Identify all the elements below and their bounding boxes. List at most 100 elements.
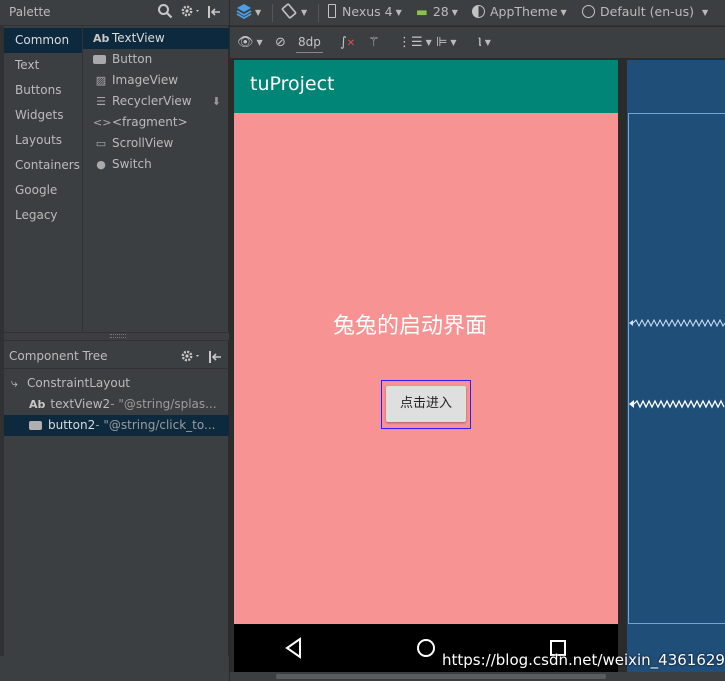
- category-text[interactable]: Text: [4, 53, 82, 78]
- home-icon[interactable]: [415, 624, 437, 672]
- gear-icon[interactable]: [180, 4, 202, 22]
- category-layouts[interactable]: Layouts: [4, 128, 82, 153]
- component-label: RecyclerView: [112, 94, 192, 108]
- back-icon[interactable]: [284, 624, 304, 672]
- component-label: Button: [112, 52, 153, 66]
- clear-x-icon: ✕: [346, 38, 356, 49]
- layers-icon: [236, 4, 252, 20]
- textview-constraint-spring: [629, 318, 725, 328]
- margin-label: 8dp: [298, 35, 321, 49]
- button-icon: [93, 55, 106, 64]
- download-icon[interactable]: ⬇: [212, 91, 221, 112]
- textview-icon: Ab: [29, 398, 46, 411]
- device-dropdown[interactable]: Nexus 4 ▼: [328, 0, 402, 26]
- phone-icon: [328, 4, 336, 18]
- enter-button[interactable]: 点击进入: [386, 386, 466, 422]
- component-textview[interactable]: Ab TextView: [83, 28, 229, 49]
- category-buttons[interactable]: Buttons: [4, 78, 82, 103]
- autoconnect-toggle[interactable]: ⊘: [275, 31, 286, 55]
- watermark: https://blog.csdn.net/weixin_43616292: [442, 651, 725, 669]
- switch-icon: ●: [96, 158, 106, 171]
- component-switch[interactable]: ● Switch: [83, 154, 229, 175]
- constraintlayout-icon: ⤷: [11, 376, 18, 390]
- splitter-grip[interactable]: [110, 334, 126, 338]
- design-toolbar: ▼ ▼ Nexus 4 ▼ ▬ 28 ▼ AppTheme ▼ Default (en-…: [230, 0, 725, 26]
- api-level-label: 28: [432, 4, 449, 19]
- orientation-dropdown[interactable]: ▼: [280, 0, 307, 26]
- category-common[interactable]: Common: [4, 28, 82, 53]
- api-level-dropdown[interactable]: ▬ 28 ▼: [416, 0, 458, 26]
- device-label: Nexus 4: [342, 4, 393, 19]
- splash-text[interactable]: 兔兔的启动界面: [234, 308, 586, 340]
- default-margin-dropdown[interactable]: 8dp: [296, 33, 323, 53]
- magic-wand-icon: ⚚: [368, 35, 380, 50]
- layers-dropdown[interactable]: ▼: [236, 0, 261, 26]
- view-options-dropdown[interactable]: 👁︎ ▼: [237, 31, 263, 55]
- palette-title: Palette: [9, 5, 51, 19]
- tree-item-textview2[interactable]: Ab textView2- "@string/splas...: [4, 394, 229, 415]
- toolbar-separator: [318, 4, 319, 22]
- tree-item-button2[interactable]: button2- "@string/click_to...: [4, 415, 229, 436]
- button-constraint-spring: [629, 399, 725, 409]
- clear-constraints-button[interactable]: ∫✕: [340, 31, 355, 55]
- toolbar-separator: [272, 4, 273, 22]
- panel-splitter[interactable]: [4, 332, 229, 341]
- theme-label: AppTheme: [490, 4, 558, 19]
- scrollview-icon: ▭: [95, 137, 107, 150]
- tree-item-value: - "@string/click_to...: [95, 418, 216, 432]
- button-icon: [29, 421, 42, 430]
- tree-item-name: button2: [48, 418, 96, 432]
- recyclerview-icon: ☰: [96, 95, 106, 108]
- device-screen: [234, 60, 618, 672]
- align-dropdown[interactable]: ⊫ ▼: [436, 31, 456, 55]
- magnet-off-icon: ⊘: [275, 35, 286, 50]
- pack-icon: ⋮☰: [398, 35, 423, 50]
- app-title: tuProject: [250, 73, 335, 95]
- eye-icon: 👁︎: [237, 35, 254, 50]
- category-google[interactable]: Google: [4, 178, 82, 203]
- component-tree-header: Component Tree: [4, 343, 229, 369]
- tree-item-name: textView2: [50, 397, 111, 411]
- component-button[interactable]: Button: [83, 49, 229, 70]
- theme-dropdown[interactable]: AppTheme ▼: [472, 0, 567, 26]
- component-label: <fragment>: [112, 115, 188, 129]
- infer-constraints-button[interactable]: ⚚: [368, 31, 380, 55]
- search-icon[interactable]: [157, 3, 173, 23]
- locale-dropdown[interactable]: Default (en-us) ▼: [582, 0, 708, 26]
- component-label: TextView: [112, 31, 165, 45]
- component-recyclerview[interactable]: ☰ RecyclerView ⬇: [83, 91, 229, 112]
- blueprint-frame: [628, 113, 725, 624]
- tree-item-constraintlayout[interactable]: ⤷ ConstraintLayout: [4, 373, 229, 394]
- component-fragment[interactable]: <><fragment>: [83, 112, 229, 133]
- align-icon: ⊫: [436, 35, 448, 50]
- globe-icon: [582, 5, 595, 18]
- category-widgets[interactable]: Widgets: [4, 103, 82, 128]
- component-label: ImageView: [112, 73, 179, 87]
- android-icon: ▬: [416, 4, 428, 19]
- textview-icon: Ab: [93, 32, 110, 45]
- component-imageview[interactable]: ▨ ImageView: [83, 70, 229, 91]
- pack-dropdown[interactable]: ⋮☰ ▼: [398, 31, 432, 55]
- rotate-icon: [281, 3, 297, 19]
- left-bottom-bar: [0, 656, 229, 681]
- component-tree-title: Component Tree: [9, 349, 108, 363]
- guideline-icon: Ⲓ: [478, 35, 482, 50]
- hide-panel-icon[interactable]: [208, 350, 222, 368]
- category-containers[interactable]: Containers: [4, 153, 82, 178]
- component-label: Switch: [112, 157, 152, 171]
- component-label: ScrollView: [112, 136, 174, 150]
- horizontal-scrollbar[interactable]: [276, 674, 606, 679]
- gear-icon[interactable]: [180, 349, 202, 367]
- tree-item-label: ConstraintLayout: [27, 376, 131, 390]
- tree-item-value: - "@string/splas...: [110, 397, 217, 411]
- imageview-icon: ▨: [95, 74, 107, 87]
- guidelines-dropdown[interactable]: Ⲓ ▼: [478, 31, 491, 55]
- locale-label: Default (en-us): [600, 4, 694, 19]
- clear-constraints-icon: ∫: [340, 35, 347, 50]
- palette-header: Palette: [0, 0, 229, 26]
- component-scrollview[interactable]: ▭ ScrollView: [83, 133, 229, 154]
- category-legacy[interactable]: Legacy: [4, 203, 82, 228]
- layout-toolbar: 👁︎ ▼ ⊘ 8dp ∫✕ ⚚ ⋮☰ ▼ ⊫ ▼ Ⲓ ▼: [230, 27, 725, 59]
- hide-panel-icon[interactable]: [207, 5, 221, 23]
- fragment-icon: <>: [93, 116, 112, 129]
